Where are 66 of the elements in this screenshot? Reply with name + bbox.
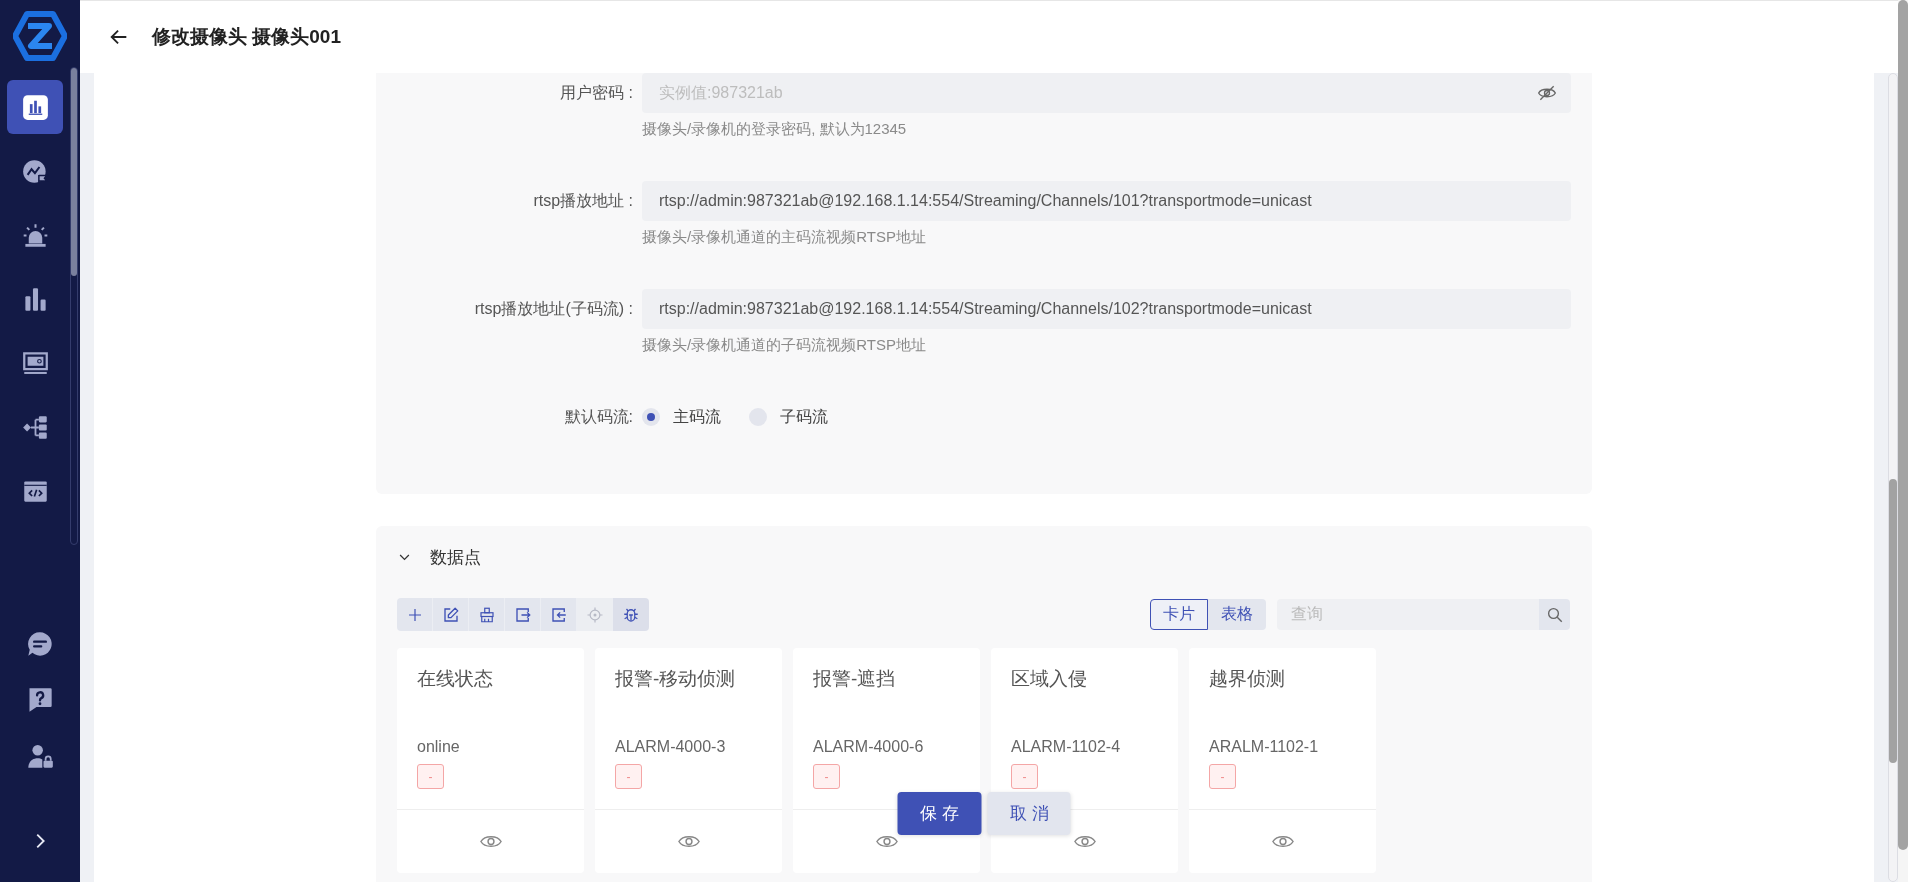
card-code: ALARM-1102-4 xyxy=(1011,737,1121,757)
toolbar-button[interactable] xyxy=(397,598,433,631)
page-title: 修改摄像头 摄像头001 xyxy=(152,25,341,49)
chart-flag-icon xyxy=(21,157,49,185)
radio-button[interactable] xyxy=(642,408,660,426)
data-point-card[interactable]: 在线状态 online - xyxy=(397,648,584,873)
toolbar-button[interactable] xyxy=(433,598,469,631)
field-label: 用户密码 : xyxy=(559,83,633,103)
field-label: 默认码流: xyxy=(563,407,633,427)
input-field[interactable]: rtsp://admin:987321ab@192.168.1.14:554/Streaming/Channels/101?transportmode=unicast xyxy=(642,181,1571,221)
radio-label[interactable]: 主码流 xyxy=(673,406,721,428)
card-code: ALARM-4000-6 xyxy=(813,737,924,757)
eye-off-icon[interactable] xyxy=(1537,83,1557,103)
nav-item[interactable] xyxy=(7,80,63,134)
field-label: rtsp播放地址 : xyxy=(532,191,633,211)
cancel-button[interactable]: 取消 xyxy=(987,792,1071,835)
data-point-card[interactable]: 报警-移动侦测 ALARM-4000-3 - xyxy=(595,648,782,873)
section-title: 数据点 xyxy=(430,546,481,569)
search-button[interactable] xyxy=(1539,599,1570,630)
chat-icon[interactable] xyxy=(26,630,54,658)
card-code: online xyxy=(417,737,460,757)
field-hint: 摄像头/录像机通道的主码流视频RTSP地址 xyxy=(642,227,926,247)
scrollbar-thumb[interactable] xyxy=(71,68,77,276)
field-label: rtsp播放地址(子码流) : xyxy=(473,299,633,319)
eye-icon[interactable] xyxy=(875,834,898,849)
import-icon xyxy=(549,605,568,624)
input-field[interactable]: rtsp://admin:987321ab@192.168.1.14:554/Streaming/Channels/102?transportmode=unicast xyxy=(642,289,1571,329)
card-title: 报警-遮挡 xyxy=(813,667,896,691)
bar-chart-icon xyxy=(21,93,49,121)
hierarchy-icon xyxy=(21,413,49,441)
eye-icon[interactable] xyxy=(1073,834,1096,849)
eye-icon[interactable] xyxy=(677,834,700,849)
field-hint: 摄像头/录像机的登录密码, 默认为12345 xyxy=(642,119,907,139)
toolbar-button[interactable] xyxy=(505,598,541,631)
card-title: 越界侦测 xyxy=(1209,667,1285,691)
export-icon xyxy=(513,605,532,624)
toolbar-button[interactable] xyxy=(541,598,577,631)
status-tag: - xyxy=(1209,764,1236,789)
eye-icon[interactable] xyxy=(479,834,502,849)
toolbar-button[interactable] xyxy=(613,598,649,631)
card-code: ARALM-1102-1 xyxy=(1209,737,1319,757)
eye-icon[interactable] xyxy=(1271,834,1294,849)
monitor-icon xyxy=(21,349,49,377)
card-code: ALARM-4000-3 xyxy=(615,737,726,757)
radio-label[interactable]: 子码流 xyxy=(780,406,828,428)
status-tag: - xyxy=(813,764,840,789)
data-point-card[interactable]: 越界侦测 ARALM-1102-1 - xyxy=(1189,648,1376,873)
brush-icon xyxy=(477,605,496,624)
status-tag: - xyxy=(615,764,642,789)
card-title: 区域入侵 xyxy=(1011,667,1087,691)
card-title: 在线状态 xyxy=(417,667,493,691)
scrollbar-thumb[interactable] xyxy=(1889,479,1897,763)
save-button[interactable]: 保存 xyxy=(897,792,982,835)
status-tag: - xyxy=(417,764,444,789)
alarm-light-icon xyxy=(21,221,49,249)
logo-icon xyxy=(13,11,67,61)
status-tag: - xyxy=(1011,764,1038,789)
toolbar-button[interactable] xyxy=(469,598,505,631)
edit-icon xyxy=(441,605,460,624)
search-icon xyxy=(1545,605,1564,624)
card-title: 报警-移动侦测 xyxy=(615,667,736,691)
view-tab[interactable]: 表格 xyxy=(1208,599,1266,630)
field-hint: 摄像头/录像机通道的子码流视频RTSP地址 xyxy=(642,335,926,355)
view-tab[interactable]: 卡片 xyxy=(1150,599,1208,630)
crosshair-icon xyxy=(585,605,604,624)
user-lock-icon[interactable] xyxy=(26,742,54,770)
